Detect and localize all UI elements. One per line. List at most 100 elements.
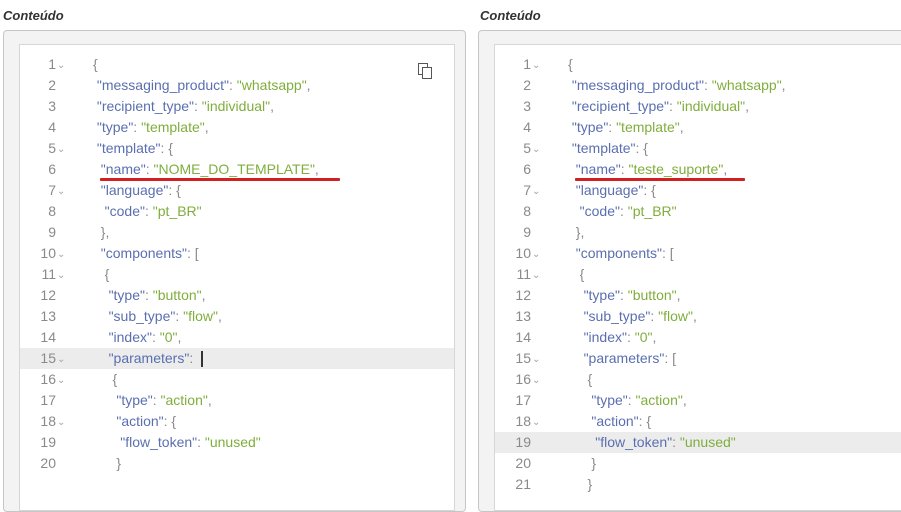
- json-punct: : {: [643, 182, 656, 198]
- code-line[interactable]: 2 "messaging_product": "whatsapp",: [20, 75, 454, 96]
- code-line[interactable]: 17 "type": "action",: [20, 390, 454, 411]
- code-text: "index": "0",: [93, 327, 182, 348]
- code-line[interactable]: 12 "type": "button",: [495, 285, 901, 306]
- json-punct: :: [650, 308, 659, 324]
- chevron-down-icon[interactable]: ⌄: [532, 370, 540, 391]
- json-punct: {: [568, 266, 585, 282]
- code-line[interactable]: 18 ⌄ "action": {: [20, 411, 454, 432]
- json-string: "button": [627, 287, 677, 303]
- code-line[interactable]: 16 ⌄ {: [20, 369, 454, 390]
- code-line[interactable]: 13 "sub_type": "flow",: [495, 306, 901, 327]
- json-punct: [568, 350, 584, 366]
- chevron-down-icon[interactable]: ⌄: [57, 370, 65, 391]
- chevron-down-icon[interactable]: ⌄: [532, 349, 540, 370]
- code-line[interactable]: 1 ⌄ {: [20, 54, 454, 75]
- json-string: "flow": [658, 308, 693, 324]
- json-punct: [93, 287, 109, 303]
- code-line[interactable]: 4 "type": "template",: [495, 117, 901, 138]
- json-key: "type": [96, 119, 134, 135]
- json-key: "index": [583, 329, 627, 345]
- json-punct: :: [189, 350, 198, 366]
- code-line[interactable]: 7 ⌄ "language": {: [20, 180, 454, 201]
- json-key: "template": [96, 140, 161, 156]
- code-text: "type": "template",: [93, 117, 209, 138]
- chevron-down-icon[interactable]: ⌄: [57, 412, 65, 433]
- json-string: "unused": [679, 434, 736, 450]
- chevron-down-icon[interactable]: ⌄: [532, 412, 540, 433]
- code-line[interactable]: 5 ⌄ "template": {: [495, 138, 901, 159]
- json-string: "action": [635, 392, 683, 408]
- code-line[interactable]: 17 "type": "action",: [495, 390, 901, 411]
- code-line[interactable]: 11 ⌄ {: [20, 264, 454, 285]
- json-punct: : [: [664, 350, 676, 366]
- code-line[interactable]: 4 "type": "template",: [20, 117, 454, 138]
- json-punct: :: [626, 329, 635, 345]
- code-line[interactable]: 9 },: [20, 222, 454, 243]
- code-line[interactable]: 8 "code": "pt_BR": [495, 201, 901, 222]
- chevron-down-icon[interactable]: ⌄: [57, 55, 65, 76]
- code-line[interactable]: 6 "name": "NOME_DO_TEMPLATE",: [20, 159, 454, 180]
- json-punct: :: [672, 434, 680, 450]
- line-number: 17: [515, 392, 531, 408]
- code-line[interactable]: 14 "index": "0",: [495, 327, 901, 348]
- json-punct: :: [133, 119, 142, 135]
- code-line[interactable]: 14 "index": "0",: [20, 327, 454, 348]
- code-line[interactable]: 2 "messaging_product": "whatsapp",: [495, 75, 901, 96]
- code-line[interactable]: 20 }: [20, 453, 454, 474]
- code-line[interactable]: 18 ⌄ "action": {: [495, 411, 901, 432]
- code-text: "recipient_type": "individual",: [93, 96, 274, 117]
- code-line[interactable]: 19 "flow_token": "unused": [20, 432, 454, 453]
- code-line[interactable]: 12 "type": "button",: [20, 285, 454, 306]
- code-text: {: [93, 369, 117, 390]
- json-punct: {: [568, 56, 573, 72]
- line-number: 1: [48, 56, 56, 72]
- code-line[interactable]: 19 "flow_token": "unused": [495, 432, 901, 453]
- chevron-down-icon[interactable]: ⌄: [532, 55, 540, 76]
- code-line[interactable]: 3 "recipient_type": "individual",: [495, 96, 901, 117]
- code-line[interactable]: 21 }: [495, 474, 901, 495]
- chevron-down-icon[interactable]: ⌄: [57, 244, 65, 265]
- code-line[interactable]: 7 ⌄ "language": {: [495, 180, 901, 201]
- json-key: "type": [116, 392, 153, 408]
- code-line[interactable]: 1 ⌄ {: [495, 54, 901, 75]
- json-punct: :: [152, 392, 161, 408]
- code-line[interactable]: 6 "name": "teste_suporte",: [495, 159, 901, 180]
- code-line[interactable]: 15 ⌄ "parameters": [: [495, 348, 901, 369]
- chevron-down-icon[interactable]: ⌄: [532, 139, 540, 160]
- chevron-down-icon[interactable]: ⌄: [57, 265, 65, 286]
- chevron-down-icon[interactable]: ⌄: [57, 139, 65, 160]
- code-line[interactable]: 15 ⌄ "parameters":: [20, 348, 454, 369]
- code-line[interactable]: 20 }: [495, 453, 901, 474]
- code-line[interactable]: 5 ⌄ "template": {: [20, 138, 454, 159]
- json-punct: [93, 413, 116, 429]
- json-punct: [568, 161, 576, 177]
- code-line[interactable]: 13 "sub_type": "flow",: [20, 306, 454, 327]
- json-punct: [93, 161, 101, 177]
- json-key: "action": [591, 413, 639, 429]
- chevron-down-icon[interactable]: ⌄: [532, 181, 540, 202]
- json-key: "template": [571, 140, 636, 156]
- code-text: "type": "action",: [568, 390, 686, 411]
- json-punct: ,: [676, 287, 681, 303]
- line-number: 12: [515, 287, 531, 303]
- code-editor[interactable]: 1 ⌄{2 "messaging_product": "whatsapp", 3 "…: [494, 44, 901, 511]
- json-punct: [568, 182, 576, 198]
- json-string: "pt_BR": [152, 203, 202, 219]
- code-text: "name": "teste_suporte",: [568, 159, 727, 180]
- chevron-down-icon[interactable]: ⌄: [57, 181, 65, 202]
- chevron-down-icon[interactable]: ⌄: [532, 265, 540, 286]
- code-line[interactable]: 8 "code": "pt_BR": [20, 201, 454, 222]
- code-line[interactable]: 9 },: [495, 222, 901, 243]
- code-line[interactable]: 16 ⌄ {: [495, 369, 901, 390]
- json-punct: :: [197, 434, 205, 450]
- chevron-down-icon[interactable]: ⌄: [57, 349, 65, 370]
- code-line[interactable]: 10 ⌄ "components": [: [495, 243, 901, 264]
- json-punct: {: [93, 56, 98, 72]
- code-text: "action": {: [93, 411, 176, 432]
- code-line[interactable]: 11 ⌄ {: [495, 264, 901, 285]
- code-line[interactable]: 3 "recipient_type": "individual",: [20, 96, 454, 117]
- code-text: "messaging_product": "whatsapp",: [93, 75, 311, 96]
- code-editor[interactable]: 1 ⌄{2 "messaging_product": "whatsapp", 3 "…: [19, 44, 455, 511]
- code-line[interactable]: 10 ⌄ "components": [: [20, 243, 454, 264]
- chevron-down-icon[interactable]: ⌄: [532, 244, 540, 265]
